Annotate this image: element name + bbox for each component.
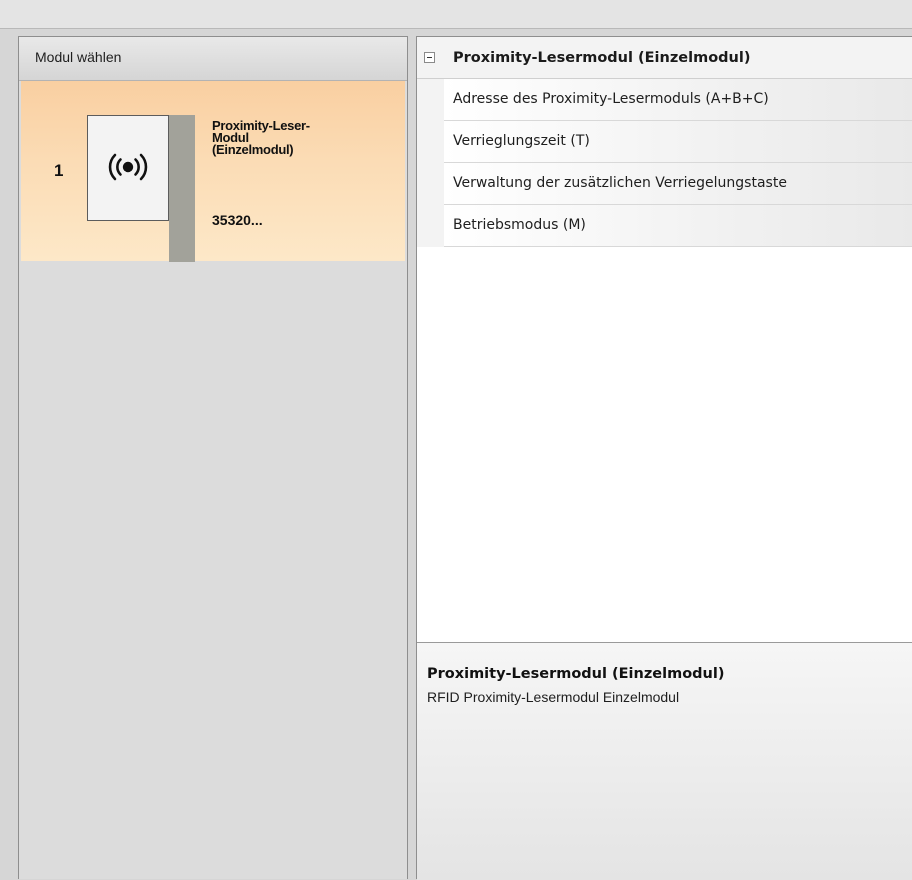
property-group-title: Proximity-Lesermodul (Einzelmodul): [453, 50, 751, 66]
description-text: RFID Proximity-Lesermodul Einzelmodul: [427, 689, 680, 705]
properties-panel: Proximity-Lesermodul (Einzelmodul) Adres…: [416, 36, 912, 880]
module-number: 1: [54, 161, 64, 180]
module-device-side: [169, 115, 195, 262]
module-name: Proximity-Leser- Modul (Einzelmodul): [212, 118, 310, 157]
description-panel: Proximity-Lesermodul (Einzelmodul) RFID …: [417, 642, 912, 880]
property-group-header[interactable]: Proximity-Lesermodul (Einzelmodul): [417, 37, 912, 79]
module-code: 35320...: [212, 212, 263, 228]
property-gutter: [417, 79, 444, 247]
module-device-image: [87, 115, 169, 221]
module-selector-header: Modul wählen: [19, 37, 407, 81]
property-row-extra-lock-button[interactable]: Verwaltung der zusätzlichen Verriegelung…: [444, 163, 912, 205]
collapse-icon[interactable]: [424, 52, 435, 63]
property-row-address[interactable]: Adresse des Proximity-Lesermoduls (A+B+C…: [444, 79, 912, 121]
property-row-operating-mode[interactable]: Betriebsmodus (M): [444, 205, 912, 247]
description-title: Proximity-Lesermodul (Einzelmodul): [427, 666, 725, 682]
module-card[interactable]: 1 Proximity-Leser- Modul (Einzelmodul) 3…: [21, 81, 405, 262]
top-toolbar: [0, 0, 912, 29]
module-selector-panel: Modul wählen 1 Proximity-Leser- Modul (E…: [18, 36, 408, 879]
property-row-lock-time[interactable]: Verrieglungszeit (T): [444, 121, 912, 163]
rfid-signal-icon: [108, 153, 148, 181]
